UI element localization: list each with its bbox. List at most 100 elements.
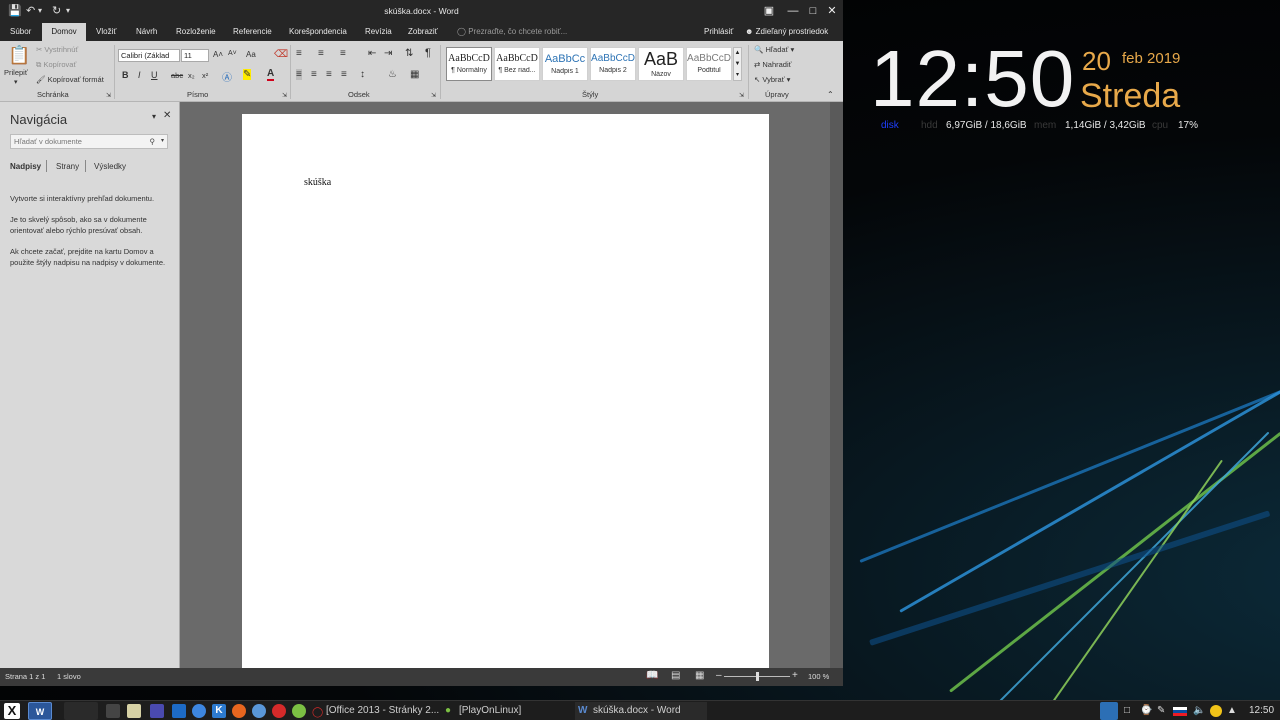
app-icon[interactable] — [292, 704, 306, 718]
highlight-icon[interactable]: ✎ — [243, 69, 252, 80]
zoom-in-icon[interactable]: + — [792, 670, 798, 681]
document-page[interactable]: skúška — [242, 114, 769, 668]
close-icon[interactable]: ✕ — [163, 110, 171, 121]
zoom-out-icon[interactable]: – — [716, 670, 722, 681]
close-icon[interactable]: ✕ — [823, 3, 841, 19]
tab-insert[interactable]: Vložiť — [91, 23, 121, 41]
show-desktop-icon[interactable] — [1100, 702, 1118, 720]
paste-button[interactable]: Prilepiť — [4, 68, 28, 77]
minimize-icon[interactable]: — — [784, 3, 802, 19]
align-right-icon[interactable]: ≡ — [326, 69, 332, 80]
borders-icon[interactable]: ▦ — [410, 69, 419, 80]
tab-mailings[interactable]: Korešpondencia — [284, 23, 352, 41]
nav-tab-pages[interactable]: Strany — [56, 162, 79, 171]
page-count[interactable]: Strana 1 z 1 — [5, 672, 45, 681]
subscript-button[interactable]: x₂ — [188, 71, 195, 80]
vertical-scrollbar[interactable] — [830, 102, 843, 668]
bullets-icon[interactable]: ≡ — [296, 48, 302, 59]
line-spacing-icon[interactable]: ↕ — [360, 69, 365, 80]
nav-tab-results[interactable]: Výsledky — [94, 162, 126, 171]
copy-button[interactable]: ⧉ Kopírovať — [36, 60, 76, 70]
tab-view[interactable]: Zobraziť — [403, 23, 443, 41]
title-bar[interactable]: 💾 ↶ ▾ ↻ ▾ skúška.docx - Word ▣ — □ ✕ — [0, 0, 843, 23]
align-left-icon[interactable]: ≡ — [296, 69, 302, 80]
search-input[interactable]: Hľadať v dokumente ⚲ ▾ — [10, 134, 168, 149]
sort-icon[interactable]: ⇅ — [405, 48, 413, 59]
style-no-spacing[interactable]: AaBbCcD ¶ Bez riad... — [494, 47, 540, 81]
styles-scroll[interactable]: ▲ ▼ ▾ — [733, 47, 742, 81]
ribbon-display-icon[interactable]: ▣ — [760, 3, 778, 19]
file-manager-icon[interactable] — [127, 704, 141, 718]
tab-home[interactable]: Domov — [42, 23, 86, 41]
tab-references[interactable]: Referencie — [228, 23, 277, 41]
display-icon[interactable]: □ — [1124, 705, 1130, 716]
zoom-level[interactable]: 100 % — [808, 672, 829, 681]
browser-icon[interactable] — [192, 704, 206, 718]
nav-tab-headings[interactable]: Nadpisy — [10, 162, 41, 171]
paste-icon[interactable]: 📋 — [8, 45, 30, 66]
search-dropdown-icon[interactable]: ▾ — [161, 135, 164, 148]
document-text[interactable]: skúška — [304, 177, 331, 188]
task-office-2013[interactable]: ◯ [Office 2013 - Stránky 2... — [310, 703, 440, 719]
terminal-icon[interactable] — [106, 704, 120, 718]
clipboard-icon[interactable]: ✎ — [1157, 705, 1165, 716]
zoom-slider-thumb[interactable] — [755, 672, 759, 681]
font-size-combo[interactable]: 11 — [181, 49, 209, 62]
kde-icon[interactable]: K — [212, 704, 226, 718]
word-desktop-icon[interactable]: W — [28, 702, 52, 720]
increase-indent-icon[interactable]: ⇥ — [384, 48, 392, 59]
desktop-pager[interactable] — [64, 702, 98, 720]
dialog-launcher-icon[interactable]: ⇲ — [282, 92, 287, 99]
style-normal[interactable]: AaBbCcD ¶ Normálny — [446, 47, 492, 81]
italic-button[interactable]: I — [138, 70, 141, 80]
bold-button[interactable]: B — [122, 70, 129, 80]
dialog-launcher-icon[interactable]: ⇲ — [431, 92, 436, 99]
font-color-button[interactable]: A — [267, 69, 275, 81]
search-icon[interactable]: ⚲ — [150, 135, 156, 148]
keyboard-layout-flag-icon[interactable] — [1173, 707, 1187, 716]
font-name-combo[interactable]: Calibri (Základ — [118, 49, 180, 62]
tab-file[interactable]: Súbor — [5, 23, 36, 41]
firefox-icon[interactable] — [232, 704, 246, 718]
zoom-slider[interactable] — [724, 672, 790, 681]
strikethrough-button[interactable]: abc — [171, 71, 183, 80]
grow-font-button[interactable]: A˄ — [213, 50, 223, 59]
opera-icon[interactable] — [272, 704, 286, 718]
taskbar-clock[interactable]: 12:50 — [1249, 705, 1274, 716]
tell-me-box[interactable]: ◯ Prezraďte, čo chcete robiť... — [452, 23, 572, 41]
shading-icon[interactable]: ♨ — [388, 69, 397, 80]
dialog-launcher-icon[interactable]: ⇲ — [739, 92, 744, 99]
web-layout-icon[interactable]: ▦ — [695, 670, 704, 681]
find-button[interactable]: 🔍 Hľadať ▾ — [754, 45, 794, 54]
updates-icon[interactable] — [1210, 705, 1222, 717]
style-title[interactable]: AaB Názov — [638, 47, 684, 81]
tray-arrow-icon[interactable]: ▲ — [1227, 705, 1237, 716]
numbering-icon[interactable]: ≡ — [318, 48, 324, 59]
format-painter-button[interactable]: 🖌 Kopírovať formát — [36, 75, 104, 84]
paste-dropdown-icon[interactable]: ▾ — [14, 78, 18, 86]
replace-button[interactable]: ⇄ Nahradiť — [754, 60, 791, 69]
collapse-ribbon-icon[interactable]: ⌃ — [827, 90, 834, 99]
text-effects-icon[interactable]: Ⓐ — [222, 69, 232, 84]
decrease-indent-icon[interactable]: ⇤ — [368, 48, 376, 59]
read-mode-icon[interactable]: 📖 — [646, 670, 658, 681]
word-count[interactable]: 1 slovo — [57, 672, 81, 681]
change-case-button[interactable]: Aa — [246, 50, 256, 59]
multilevel-list-icon[interactable]: ≡ — [340, 48, 346, 59]
underline-button[interactable]: U — [151, 70, 158, 80]
sign-in-link[interactable]: Prihlásiť — [699, 23, 738, 41]
select-button[interactable]: ↖ Vybrať ▾ — [754, 75, 790, 84]
style-heading-2[interactable]: AaBbCcD Nadpis 2 — [590, 47, 636, 81]
dialog-launcher-icon[interactable]: ⇲ — [106, 92, 111, 99]
task-playonlinux[interactable]: ● [PlayOnLinux] — [443, 703, 571, 719]
show-marks-button[interactable]: ¶ — [425, 47, 431, 59]
justify-icon[interactable]: ≡ — [341, 69, 347, 80]
style-subtitle[interactable]: AaBbCcD Podtitul — [686, 47, 732, 81]
settings-icon[interactable] — [150, 704, 164, 718]
network-icon[interactable]: ⌚ — [1140, 705, 1152, 716]
clear-formatting-icon[interactable]: ⌫ — [274, 49, 288, 60]
app-icon[interactable] — [172, 704, 186, 718]
volume-icon[interactable]: 🔈 — [1193, 705, 1205, 716]
tab-design[interactable]: Návrh — [131, 23, 162, 41]
tab-review[interactable]: Revízia — [360, 23, 397, 41]
